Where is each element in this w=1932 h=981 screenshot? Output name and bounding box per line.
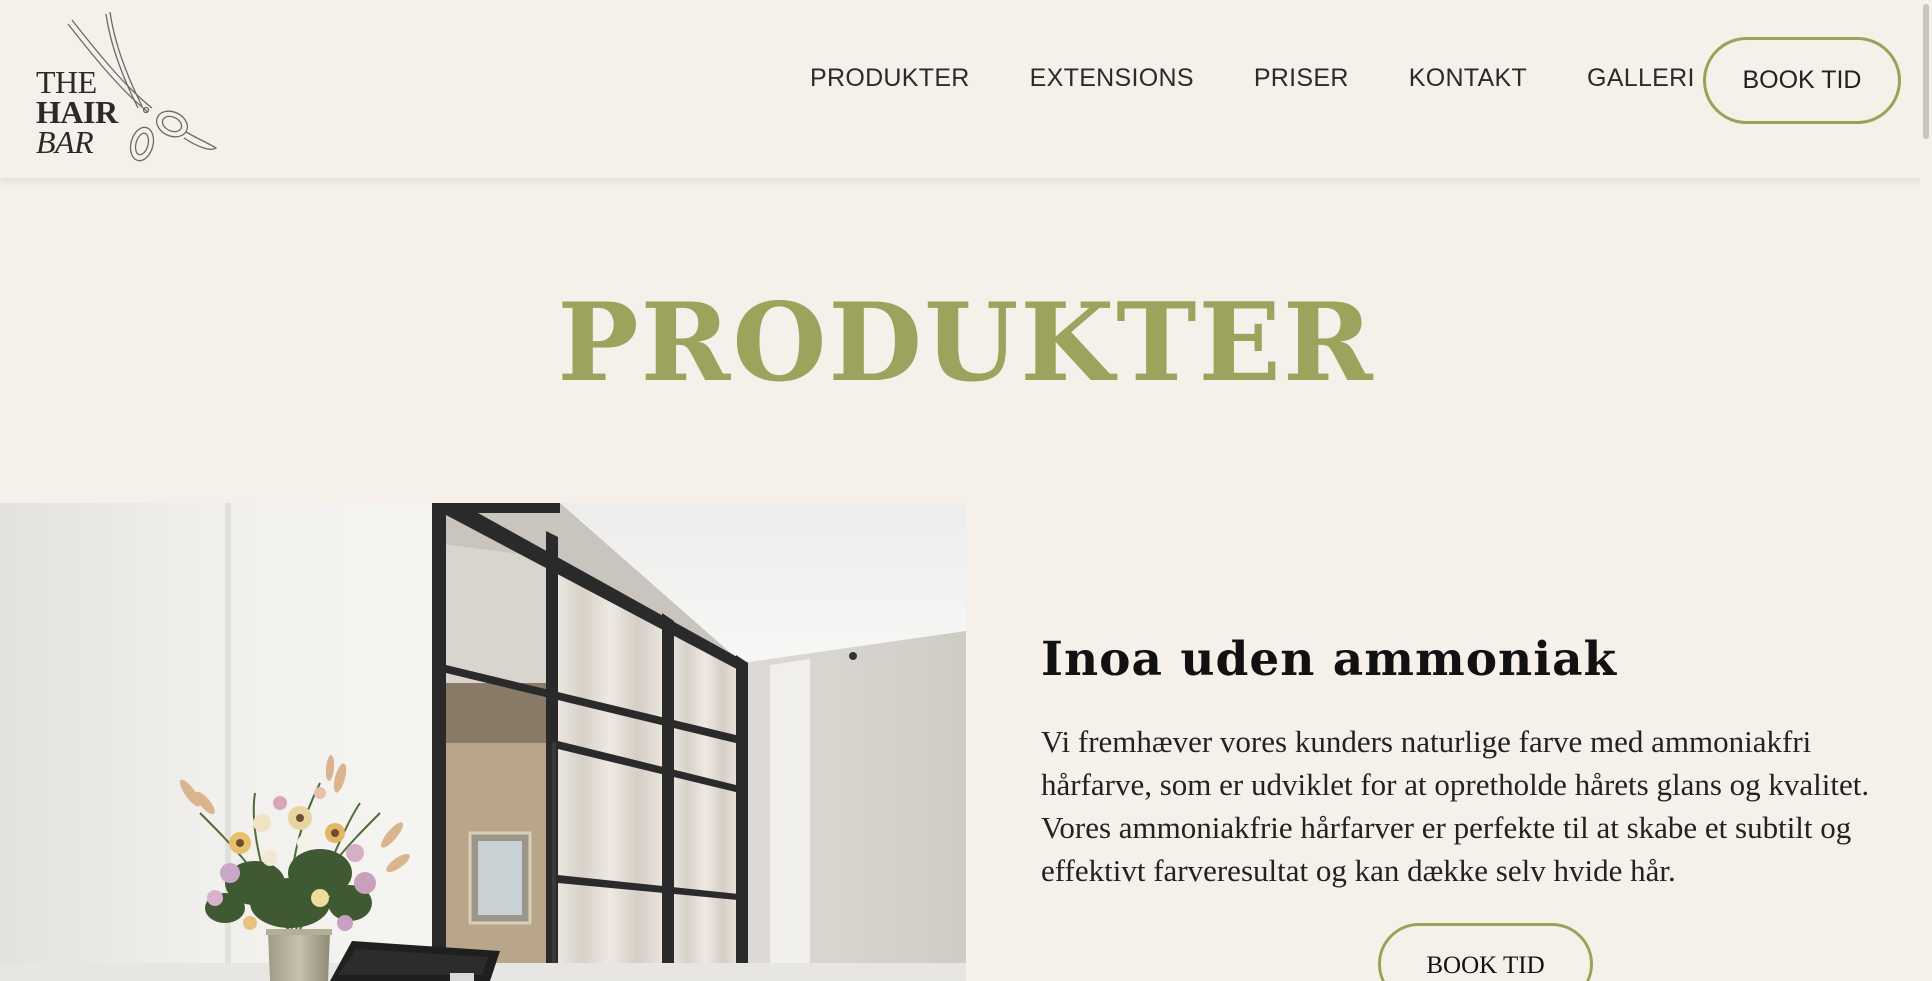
product-title: Inoa uden ammoniak [1041,632,1618,687]
nav-item-produkter[interactable]: PRODUKTER [810,64,970,93]
nav-item-galleri[interactable]: GALLERI [1587,64,1695,93]
page-scrollbar[interactable] [1920,0,1932,981]
nav-item-kontakt[interactable]: KONTAKT [1409,64,1527,93]
header-book-button[interactable]: BOOK TID [1703,37,1901,124]
nav-item-priser[interactable]: PRISER [1254,64,1349,93]
nav-item-extensions[interactable]: EXTENSIONS [1030,64,1194,93]
main-nav: PRODUKTER EXTENSIONS PRISER KONTAKT GALL… [810,64,1695,93]
logo-line-hair: HAIR [36,94,118,130]
page-title: PRODUKTER [557,280,1375,406]
scrollbar-thumb[interactable] [1923,4,1929,139]
site-header: THE HAIR BAR PRODUKTER EXTENSIONS PRISER… [0,0,1932,178]
logo-line-the: THE [36,64,97,100]
product-description: Vi fremhæver vores kunders naturlige far… [1041,724,1870,888]
site-logo[interactable]: THE HAIR BAR [36,12,226,167]
logo-wordmark: THE HAIR BAR [36,64,118,160]
product-book-button[interactable]: BOOK TID [1378,923,1593,981]
logo-line-bar: BAR [36,124,94,160]
salon-interior-image [0,503,966,981]
